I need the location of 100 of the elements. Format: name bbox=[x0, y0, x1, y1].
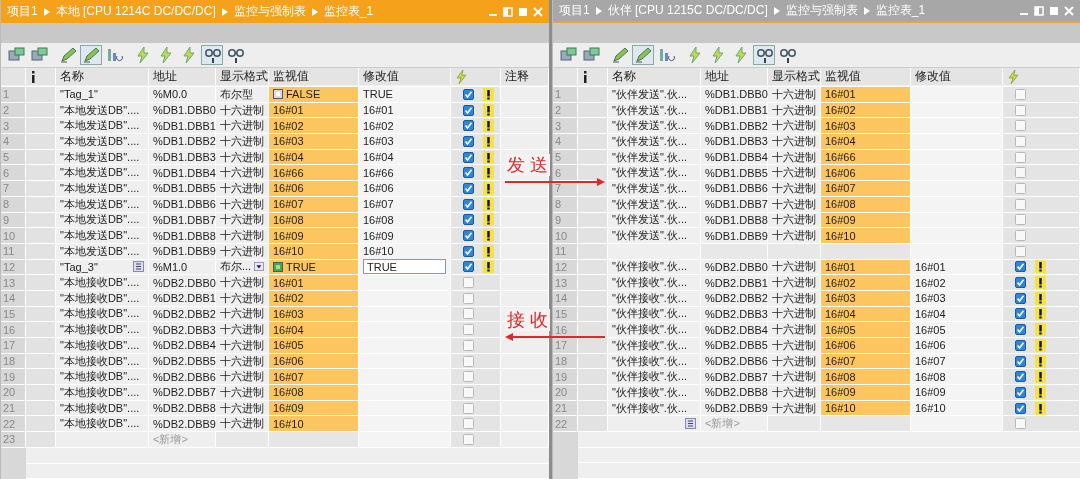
table-cell bbox=[578, 118, 608, 135]
checkbox[interactable] bbox=[1015, 182, 1026, 194]
checkbox[interactable] bbox=[1015, 402, 1026, 414]
table-cell bbox=[768, 416, 821, 433]
list-icon[interactable] bbox=[685, 418, 696, 430]
row-number: 16 bbox=[1, 322, 26, 338]
info-icon bbox=[582, 70, 588, 83]
checkbox[interactable] bbox=[463, 182, 474, 194]
checkbox[interactable] bbox=[463, 324, 474, 336]
table-cell: %DB1.DBB6 bbox=[701, 181, 768, 197]
checkbox[interactable] bbox=[463, 151, 474, 163]
table-cell bbox=[578, 369, 608, 386]
checkbox[interactable] bbox=[1015, 104, 1026, 116]
row-number: 4 bbox=[1, 134, 26, 150]
checkbox[interactable] bbox=[1015, 120, 1026, 132]
checkbox[interactable] bbox=[463, 308, 474, 320]
table-cell: "本地发送DB".... bbox=[56, 181, 149, 197]
dropdown-icon[interactable] bbox=[254, 261, 264, 273]
table-cell: 十六进制 bbox=[768, 275, 821, 291]
table-cell: 16#02 bbox=[269, 118, 359, 135]
checkbox[interactable] bbox=[1015, 371, 1026, 383]
column-header[interactable]: 显示格式 bbox=[216, 68, 269, 85]
toolbar-button[interactable] bbox=[632, 45, 654, 65]
checkbox[interactable] bbox=[463, 402, 474, 414]
table-cell: 16#09 bbox=[821, 385, 911, 401]
column-header[interactable]: 地址 bbox=[149, 68, 216, 85]
list-icon[interactable] bbox=[133, 261, 144, 273]
checkbox[interactable] bbox=[463, 355, 474, 367]
column-header[interactable]: 监视值 bbox=[821, 68, 911, 85]
checkbox[interactable] bbox=[1015, 386, 1026, 398]
checkbox[interactable] bbox=[463, 418, 474, 430]
checkbox[interactable] bbox=[463, 214, 474, 226]
table-cell: 十六进制 bbox=[768, 228, 821, 244]
checkbox[interactable] bbox=[1015, 355, 1026, 367]
table-cell bbox=[26, 322, 56, 338]
table-cell: "伙伴发送".伙... bbox=[608, 181, 701, 197]
column-header[interactable]: 修改值 bbox=[359, 68, 451, 85]
column-header[interactable]: 监视值 bbox=[269, 68, 359, 85]
checkbox[interactable] bbox=[1015, 245, 1026, 257]
checkbox[interactable] bbox=[1015, 292, 1026, 304]
checkbox[interactable] bbox=[1015, 261, 1026, 273]
table-cell: 16#06 bbox=[269, 181, 359, 197]
checkbox[interactable] bbox=[1015, 308, 1026, 320]
checkbox[interactable] bbox=[463, 120, 474, 132]
toolbar-button[interactable] bbox=[201, 45, 223, 65]
table-cell: "本地接收DB".... bbox=[56, 369, 149, 386]
checkbox[interactable] bbox=[463, 433, 474, 445]
checkbox[interactable] bbox=[463, 371, 474, 383]
checkbox[interactable] bbox=[463, 292, 474, 304]
table-cell: 十六进制 bbox=[216, 134, 269, 150]
column-header[interactable]: 注释 bbox=[501, 68, 549, 85]
checkbox[interactable] bbox=[1015, 167, 1026, 179]
float-icon[interactable] bbox=[1034, 5, 1044, 16]
float-icon[interactable] bbox=[503, 6, 513, 17]
checkbox[interactable] bbox=[1015, 88, 1026, 100]
toolbar-button[interactable] bbox=[80, 45, 102, 65]
checkbox[interactable] bbox=[463, 167, 474, 179]
checkbox[interactable] bbox=[463, 198, 474, 210]
column-header[interactable]: 地址 bbox=[701, 68, 768, 85]
column-header[interactable] bbox=[578, 68, 608, 85]
table-cell: "伙伴接收".伙... bbox=[608, 275, 701, 291]
maximize-icon[interactable] bbox=[1049, 5, 1059, 16]
checkbox[interactable] bbox=[463, 386, 474, 398]
checkbox[interactable] bbox=[463, 88, 474, 100]
checkbox[interactable] bbox=[1015, 230, 1026, 242]
checkbox[interactable] bbox=[1015, 214, 1026, 226]
column-header[interactable]: 名称 bbox=[56, 68, 149, 85]
checkbox[interactable] bbox=[463, 245, 474, 257]
glasses-icon bbox=[755, 46, 773, 64]
checkbox[interactable] bbox=[463, 261, 474, 273]
checkbox[interactable] bbox=[463, 104, 474, 116]
table-cell: 16#06 bbox=[821, 338, 911, 354]
checkbox[interactable] bbox=[463, 135, 474, 147]
table-cell: %DB2.DBB7 bbox=[701, 369, 768, 386]
close-icon[interactable] bbox=[1064, 5, 1074, 16]
table-cell: 16#02 bbox=[359, 118, 451, 135]
checkbox[interactable] bbox=[1015, 198, 1026, 210]
table-cell: %DB1.DBB9 bbox=[701, 228, 768, 244]
toolbar-button[interactable] bbox=[753, 45, 775, 65]
checkbox[interactable] bbox=[1015, 418, 1026, 430]
pencil-icon bbox=[611, 46, 629, 64]
checkbox[interactable] bbox=[1015, 324, 1026, 336]
checkbox[interactable] bbox=[463, 277, 474, 289]
table-cell: "本地发送DB".... bbox=[56, 228, 149, 244]
table-cell: "本地发送DB".... bbox=[56, 134, 149, 150]
column-header[interactable]: 显示格式 bbox=[768, 68, 821, 85]
table-cell bbox=[26, 385, 56, 401]
column-header[interactable]: 名称 bbox=[608, 68, 701, 85]
row-number: 23 bbox=[1, 432, 26, 448]
close-icon[interactable] bbox=[533, 6, 543, 17]
column-header[interactable] bbox=[26, 68, 56, 85]
checkbox[interactable] bbox=[463, 339, 474, 351]
input-field[interactable]: TRUE bbox=[363, 259, 446, 275]
column-header[interactable]: 修改值 bbox=[911, 68, 1003, 85]
maximize-icon[interactable] bbox=[518, 6, 528, 17]
checkbox[interactable] bbox=[1015, 339, 1026, 351]
checkbox[interactable] bbox=[1015, 151, 1026, 163]
checkbox[interactable] bbox=[1015, 277, 1026, 289]
checkbox[interactable] bbox=[1015, 135, 1026, 147]
checkbox[interactable] bbox=[463, 230, 474, 242]
